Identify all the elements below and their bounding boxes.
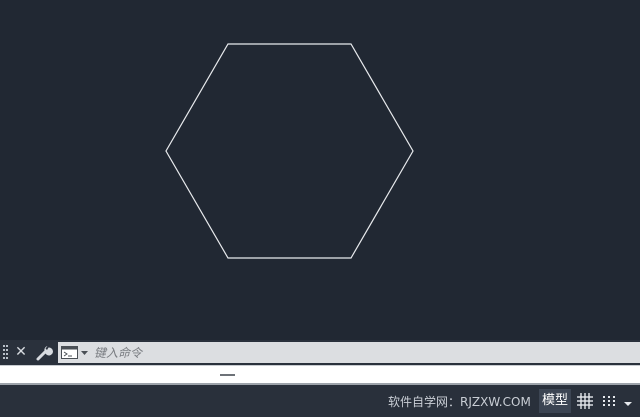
snap-icon[interactable] <box>600 391 618 411</box>
command-input[interactable] <box>94 343 634 362</box>
model-space-button[interactable]: 模型 <box>539 389 571 413</box>
drawing-canvas[interactable] <box>0 0 640 340</box>
drawing-area <box>165 43 414 259</box>
status-bar: 软件自学网：RJZXW.COM 模型 <box>0 385 640 417</box>
command-line-bar: ✕ <box>0 340 640 365</box>
command-field <box>58 342 640 363</box>
wrench-icon[interactable] <box>35 343 53 362</box>
resize-handle[interactable] <box>220 374 235 376</box>
command-history-strip <box>0 365 640 385</box>
close-icon[interactable]: ✕ <box>13 344 29 361</box>
watermark-text: 软件自学网：RJZXW.COM <box>388 395 531 409</box>
grid-icon[interactable] <box>575 391 595 411</box>
divider <box>0 365 640 366</box>
chevron-down-icon[interactable] <box>622 395 634 407</box>
grip-icon[interactable] <box>3 344 9 361</box>
command-prompt-icon[interactable] <box>61 345 91 360</box>
hexagon-shape[interactable] <box>165 43 414 259</box>
